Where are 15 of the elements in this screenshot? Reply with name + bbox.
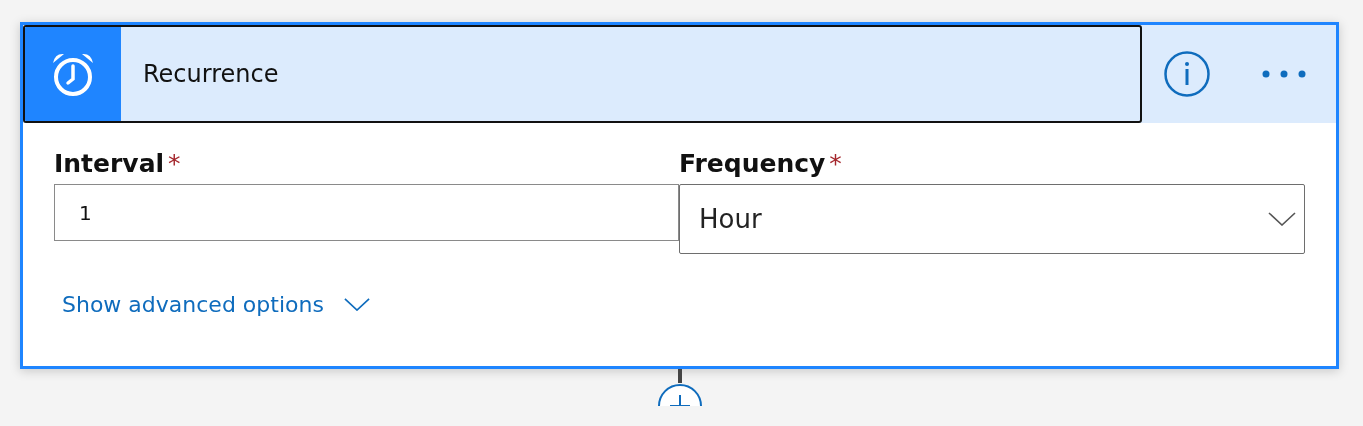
card-title: Recurrence bbox=[143, 60, 279, 88]
card-header[interactable]: Recurrence bbox=[23, 25, 1142, 123]
show-advanced-options-link[interactable]: Show advanced options bbox=[54, 292, 370, 317]
field-label: Interval bbox=[54, 148, 165, 180]
interval-field[interactable]: 1 bbox=[54, 184, 679, 241]
info-icon[interactable] bbox=[1164, 51, 1210, 97]
chevron-down-icon bbox=[343, 298, 370, 311]
add-step-icon[interactable] bbox=[657, 383, 703, 406]
required-mark: * bbox=[829, 148, 842, 180]
required-mark: * bbox=[168, 148, 181, 180]
chevron-down-icon bbox=[1268, 212, 1296, 226]
more-options-icon[interactable] bbox=[1262, 70, 1306, 78]
alarm-clock-icon bbox=[51, 51, 95, 97]
field-label: Frequency bbox=[679, 148, 826, 180]
frequency-dropdown[interactable]: Hour bbox=[679, 184, 1305, 254]
